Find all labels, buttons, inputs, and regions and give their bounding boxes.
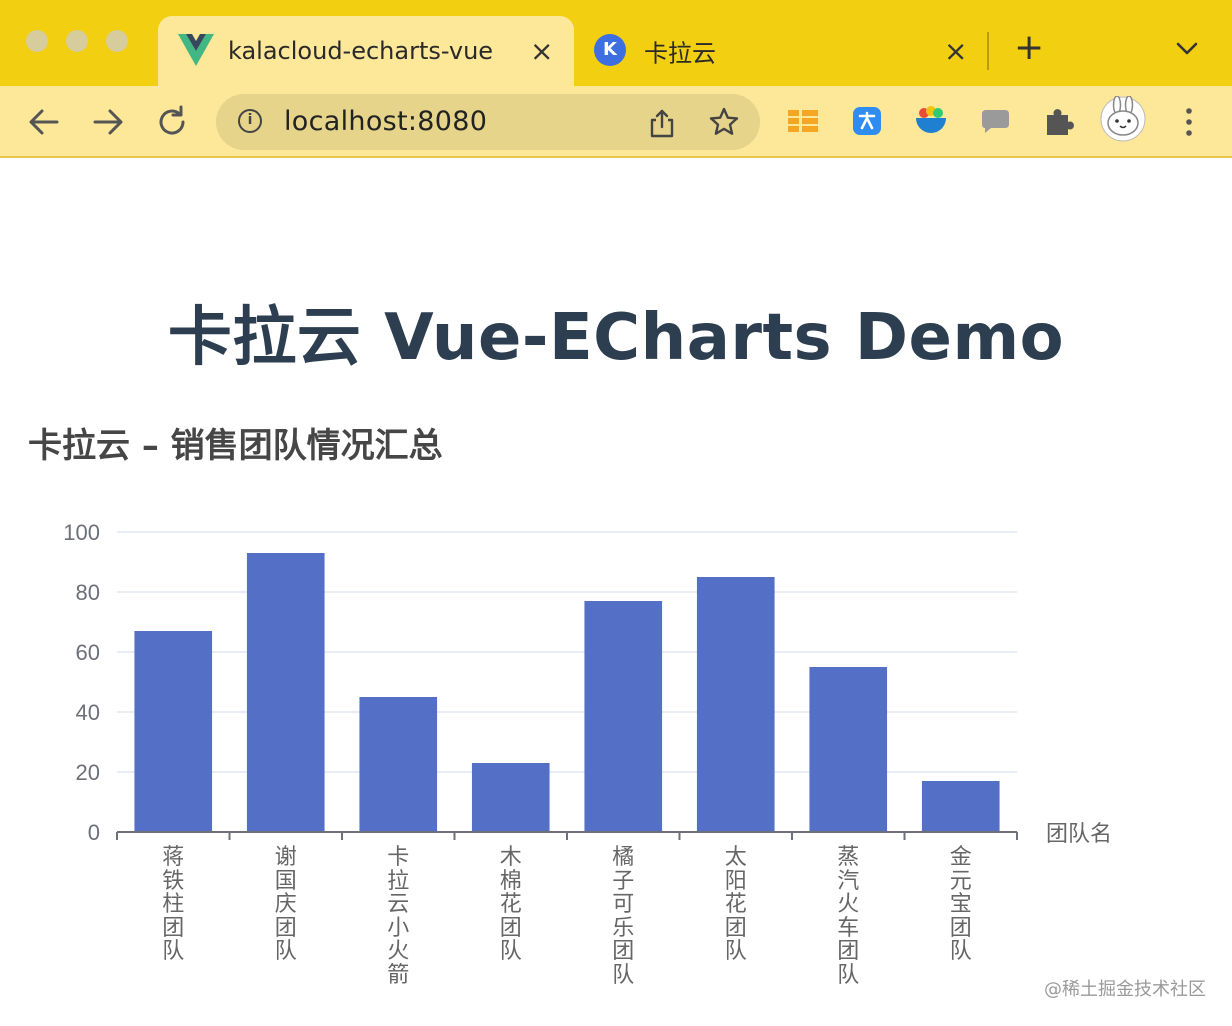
bookmark-star-icon[interactable] (708, 106, 740, 138)
x-tick-label: 橘子可乐团队 (612, 845, 635, 988)
y-tick-label: 100 (63, 520, 100, 545)
more-menu-icon[interactable] (1184, 106, 1194, 138)
forward-arrow-icon[interactable] (90, 104, 126, 140)
puzzle-extension-icon[interactable] (1042, 104, 1076, 138)
chat-extension-icon[interactable] (978, 104, 1012, 138)
reload-icon[interactable] (154, 104, 190, 140)
x-tick-label: 太阳花团队 (724, 845, 747, 964)
minimize-window-button[interactable] (66, 30, 88, 52)
bar[interactable] (359, 697, 438, 832)
x-tick-label: 卡拉云小火箭 (387, 845, 410, 988)
tab-title: 卡拉云 (644, 39, 716, 68)
share-icon[interactable] (648, 108, 676, 138)
new-tab-button[interactable]: + (1014, 28, 1044, 68)
x-tick-label: 蒸汽火车团队 (837, 845, 860, 988)
chart-title: 卡拉云 – 销售团队情况汇总 (28, 426, 443, 466)
close-window-button[interactable] (26, 30, 48, 52)
tab-close-button[interactable]: × (944, 35, 967, 68)
chevron-down-icon[interactable] (1174, 36, 1200, 62)
bar[interactable] (471, 763, 550, 832)
address-url[interactable]: localhost:8080 (284, 106, 487, 137)
bar[interactable] (134, 631, 213, 832)
translate-extension-icon[interactable] (850, 104, 884, 138)
address-bar[interactable]: i localhost:8080 (216, 94, 760, 150)
y-tick-label: 40 (76, 700, 100, 725)
x-tick-label: 谢国庆团队 (274, 845, 297, 964)
back-arrow-icon[interactable] (26, 104, 62, 140)
grid-extension-icon[interactable] (786, 104, 820, 138)
x-tick-label: 木棉花团队 (499, 845, 522, 964)
bar[interactable] (584, 601, 663, 832)
tab-inactive[interactable]: K 卡拉云 × (576, 16, 986, 86)
tab-strip: kalacloud-echarts-vue × K 卡拉云 × + (0, 0, 1232, 86)
vue-logo-icon (178, 34, 214, 66)
bar[interactable] (696, 577, 775, 832)
x-tick-label: 金元宝团队 (949, 845, 972, 964)
y-tick-label: 0 (88, 820, 100, 845)
tab-separator (987, 32, 989, 70)
bar-chart: 0 20 40 60 80 100 (63, 520, 1018, 845)
watermark: @稀土掘金技术社区 (1044, 979, 1206, 1000)
y-tick-label: 60 (76, 640, 100, 665)
x-axis-name: 团队名 (1046, 822, 1113, 847)
bar[interactable] (921, 781, 1000, 832)
tab-title: kalacloud-echarts-vue (228, 37, 494, 65)
browser-toolbar: i localhost:8080 (0, 86, 1232, 158)
y-tick-label: 80 (76, 580, 100, 605)
page-title: 卡拉云 Vue-ECharts Demo (167, 301, 1065, 375)
tab-active[interactable]: kalacloud-echarts-vue × (158, 16, 574, 86)
bar[interactable] (246, 553, 325, 832)
bar[interactable] (809, 667, 888, 832)
x-tick-label: 蒋铁柱团队 (162, 845, 185, 964)
bunny-avatar-icon[interactable] (1100, 96, 1146, 142)
zoom-window-button[interactable] (106, 30, 128, 52)
tab-close-button[interactable]: × (530, 35, 553, 68)
y-tick-label: 20 (76, 760, 100, 785)
site-info-icon[interactable]: i (238, 109, 262, 133)
kalacloud-logo-icon: K (594, 34, 626, 66)
bowl-extension-icon[interactable] (914, 104, 948, 138)
